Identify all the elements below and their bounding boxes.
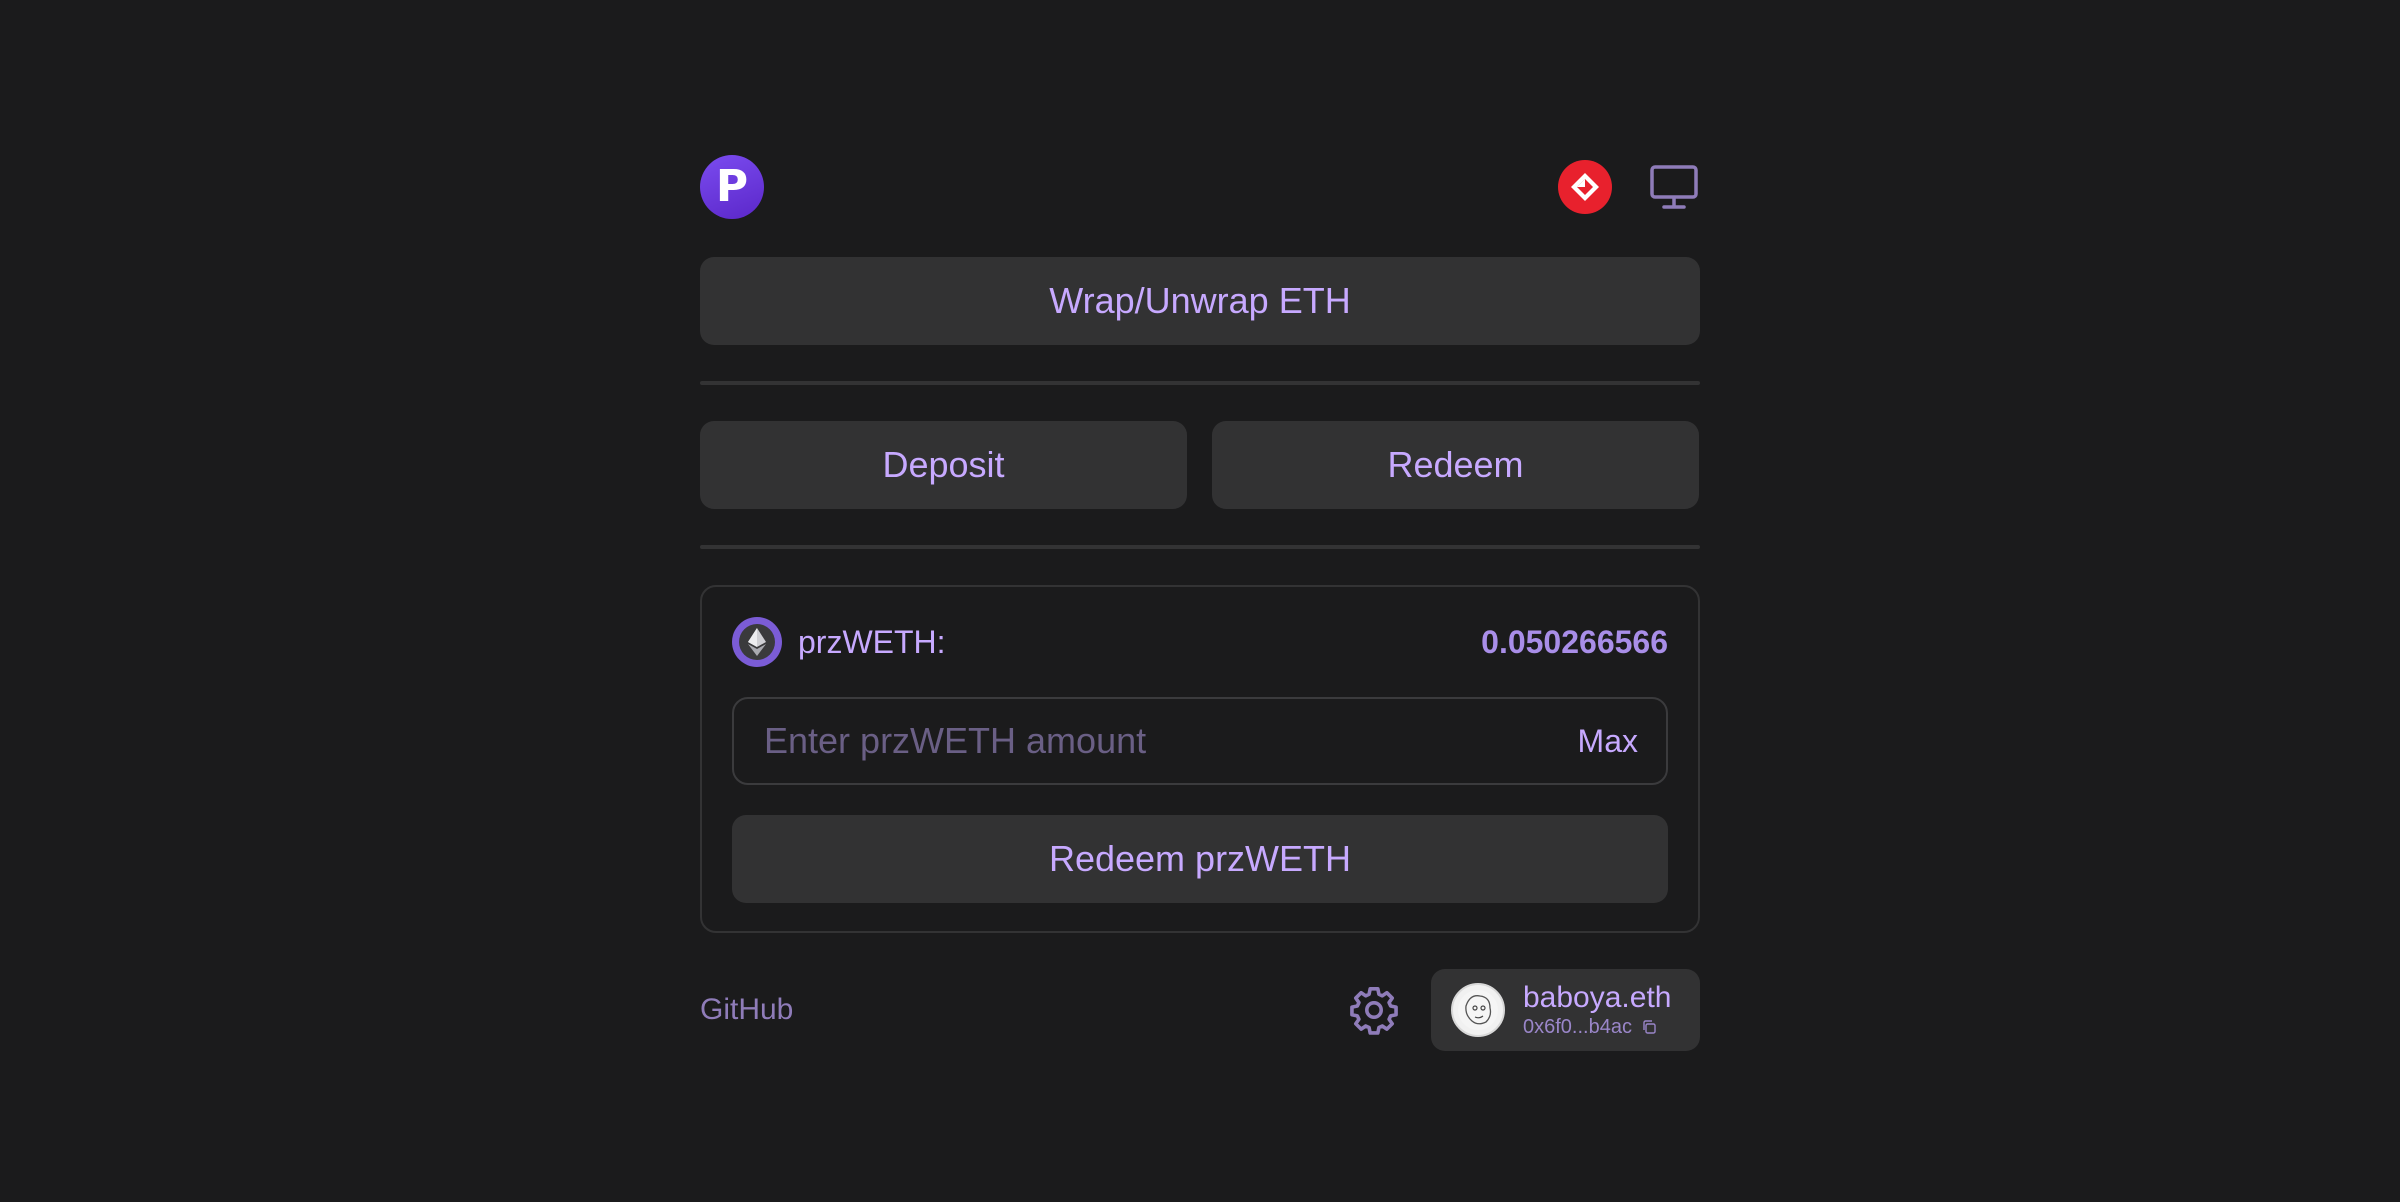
account-text: baboya.eth 0x6f0...b4ac [1523, 981, 1671, 1039]
token-label: przWETH: [798, 623, 946, 660]
account-address: 0x6f0...b4ac [1523, 1016, 1632, 1038]
top-bar: P [700, 155, 1700, 219]
wrap-unwrap-button[interactable]: Wrap/Unwrap ETH [700, 257, 1700, 345]
redeem-przweth-label: Redeem przWETH [1048, 838, 1352, 879]
token-info: przWETH: [732, 617, 946, 667]
max-button[interactable]: Max [1578, 723, 1638, 760]
github-link[interactable]: GitHub [700, 993, 793, 1027]
mode-buttons: Deposit Redeem [700, 421, 1700, 509]
footer: GitHub baboya.eth 0x6f0...b4ac [700, 969, 1700, 1051]
redeem-przweth-button[interactable]: Redeem przWETH [732, 815, 1668, 903]
account-address-row: 0x6f0...b4ac [1523, 1015, 1671, 1039]
avatar [1451, 983, 1505, 1037]
balance-row: przWETH: 0.050266566 [732, 617, 1668, 667]
network-badge-icon[interactable] [1558, 160, 1612, 214]
copy-icon[interactable] [1640, 1018, 1658, 1036]
wrap-unwrap-label: Wrap/Unwrap ETH [1049, 280, 1351, 321]
logo-letter: P [715, 161, 749, 212]
account-name: baboya.eth [1523, 981, 1672, 1014]
gear-icon[interactable] [1347, 983, 1401, 1037]
top-right-controls [1558, 160, 1700, 214]
eth-diamond-icon [739, 624, 775, 660]
account-button[interactable]: baboya.eth 0x6f0...b4ac [1431, 969, 1700, 1051]
amount-field: Max [732, 697, 1668, 785]
deposit-label: Deposit [882, 444, 1005, 485]
token-balance: 0.050266566 [1481, 623, 1668, 660]
deposit-button[interactable]: Deposit [700, 421, 1187, 509]
monitor-icon[interactable] [1648, 161, 1700, 213]
divider [700, 545, 1700, 549]
amount-input[interactable] [764, 720, 1524, 762]
divider [700, 381, 1700, 385]
footer-right: baboya.eth 0x6f0...b4ac [1347, 969, 1700, 1051]
app-container: P Wrap/Unwrap ETH Deposit Redeem przWETH… [700, 155, 1700, 1051]
app-logo[interactable]: P [700, 155, 764, 219]
eth-icon [732, 617, 782, 667]
network-glyph-icon [1571, 173, 1599, 201]
redeem-button[interactable]: Redeem [1212, 421, 1699, 509]
avatar-portrait-icon [1458, 990, 1498, 1030]
redeem-label: Redeem [1387, 444, 1524, 485]
redeem-panel: przWETH: 0.050266566 Max Redeem przWETH [700, 585, 1700, 933]
